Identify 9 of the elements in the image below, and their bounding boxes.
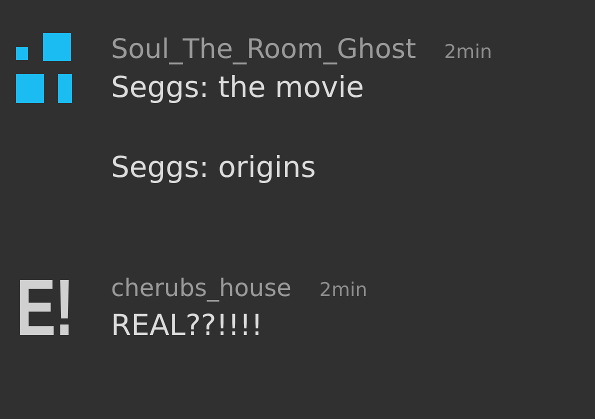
avatar-icon xyxy=(16,33,72,103)
timestamp: 2min xyxy=(444,41,492,63)
avatar-logo: E! xyxy=(16,277,73,339)
username[interactable]: cherubs_house xyxy=(111,271,292,305)
username[interactable]: Soul_The_Room_Ghost xyxy=(111,33,416,67)
message-text: Seggs: origins xyxy=(111,149,317,186)
message-text: Seggs: the movie xyxy=(111,69,366,106)
timestamp: 2min xyxy=(319,279,368,301)
message-text: REAL??!!!! xyxy=(111,307,264,344)
